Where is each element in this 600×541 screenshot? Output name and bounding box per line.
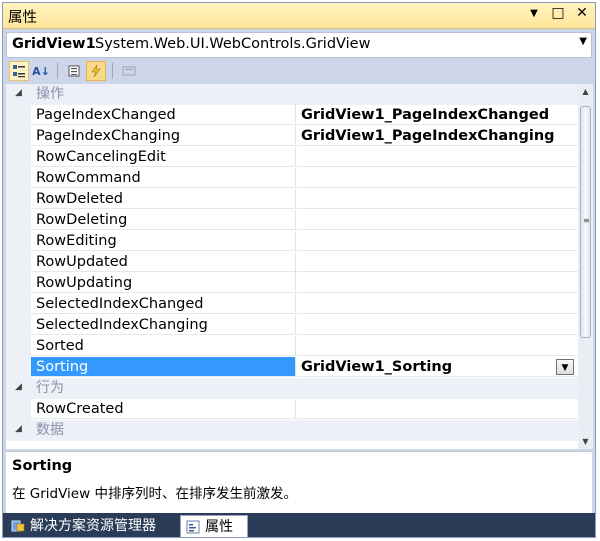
collapse-triangle-icon[interactable]: ◢ [15, 382, 22, 392]
event-handler[interactable] [297, 315, 578, 335]
tab-solution-explorer[interactable]: 解决方案资源管理器 [6, 515, 178, 537]
bottom-tab-strip: 解决方案资源管理器 属性 [3, 513, 595, 537]
event-row[interactable]: RowDeleting [6, 210, 578, 231]
event-name: RowCreated [31, 399, 296, 419]
event-row[interactable]: SelectedIndexChanged [6, 294, 578, 315]
event-handler[interactable] [297, 210, 578, 230]
tab-label: 解决方案资源管理器 [30, 518, 156, 534]
properties-button[interactable] [64, 61, 84, 81]
category-row[interactable]: ◢ 操作 [6, 84, 578, 105]
property-pages-icon [122, 66, 136, 76]
event-name: SelectedIndexChanging [31, 315, 296, 335]
event-name: RowUpdated [31, 252, 296, 272]
object-name: GridView1 [12, 36, 96, 52]
category-row[interactable]: ◢ 行为 [6, 378, 578, 399]
event-handler[interactable] [297, 399, 578, 419]
event-handler[interactable] [297, 252, 578, 272]
category-label: 操作 [36, 86, 64, 102]
tab-label: 属性 [205, 519, 233, 535]
event-row[interactable]: RowCancelingEdit [6, 147, 578, 168]
grip-icon: ≡ [583, 216, 590, 225]
object-selector[interactable]: GridView1 System.Web.UI.WebControls.Grid… [6, 32, 592, 58]
toolbar-separator [57, 63, 58, 79]
event-handler[interactable] [297, 168, 578, 188]
event-row[interactable]: PageIndexChanged GridView1_PageIndexChan… [6, 105, 578, 126]
alphabetical-icon: A↓ [32, 64, 50, 78]
category-label: 数据 [36, 422, 64, 438]
maximize-icon[interactable]: □ [551, 5, 565, 23]
event-name: Sorted [31, 336, 296, 356]
event-handler[interactable] [297, 336, 578, 356]
event-handler[interactable]: GridView1_PageIndexChanged [297, 105, 578, 125]
event-row-selected[interactable]: Sorting GridView1_Sorting ▼ [6, 357, 578, 378]
properties-window: 属性 ▼ □ ✕ GridView1 System.Web.UI.WebCont… [2, 2, 596, 538]
event-name: RowCancelingEdit [31, 147, 296, 167]
event-row[interactable]: RowDeleted [6, 189, 578, 210]
event-row[interactable]: SelectedIndexChanging [6, 315, 578, 336]
event-handler[interactable] [297, 273, 578, 293]
event-handler[interactable] [297, 147, 578, 167]
event-name: RowUpdating [31, 273, 296, 293]
window-title: 属性 [8, 10, 37, 26]
event-row[interactable]: RowUpdated [6, 252, 578, 273]
event-row[interactable]: RowEditing [6, 231, 578, 252]
alphabetical-button[interactable]: A↓ [31, 61, 51, 81]
title-buttons: ▼ □ ✕ [527, 5, 589, 23]
event-row[interactable]: RowUpdating [6, 273, 578, 294]
scroll-thumb[interactable]: ≡ [580, 106, 591, 338]
event-handler-value: GridView1_Sorting [301, 359, 453, 375]
title-bar[interactable]: 属性 ▼ □ ✕ [3, 3, 595, 29]
events-icon [91, 64, 101, 78]
event-name: RowEditing [31, 231, 296, 251]
property-grid: ◢ 操作 PageIndexChanged GridView1_PageInde… [6, 84, 578, 449]
chevron-down-icon[interactable]: ▼ [579, 36, 587, 47]
category-row[interactable]: ◢ 数据 [6, 420, 578, 441]
description-title: Sorting [12, 458, 73, 474]
close-icon[interactable]: ✕ [575, 5, 589, 23]
event-name: RowDeleting [31, 210, 296, 230]
event-handler[interactable] [297, 294, 578, 314]
properties-toolbar: A↓ [6, 59, 592, 83]
description-pane: Sorting 在 GridView 中排序列时、在排序发生前激发。 [6, 451, 592, 515]
toolbar-separator [112, 63, 113, 79]
event-name: RowDeleted [31, 189, 296, 209]
event-row[interactable]: Sorted [6, 336, 578, 357]
event-name: PageIndexChanging [31, 126, 296, 146]
event-row[interactable]: RowCommand [6, 168, 578, 189]
window-position-dropdown-icon[interactable]: ▼ [527, 5, 541, 23]
event-name: SelectedIndexChanged [31, 294, 296, 314]
events-button[interactable] [86, 61, 106, 81]
categorized-icon [13, 65, 25, 78]
event-handler[interactable]: GridView1_PageIndexChanging [297, 126, 578, 146]
categorized-button[interactable] [9, 61, 29, 81]
scroll-down-icon[interactable]: ▼ [578, 434, 593, 449]
scroll-up-icon[interactable]: ▲ [578, 84, 593, 99]
event-handler[interactable] [297, 231, 578, 251]
vertical-scrollbar[interactable]: ▲ ≡ ▼ [578, 84, 593, 449]
event-name: PageIndexChanged [31, 105, 296, 125]
event-name: Sorting [31, 357, 296, 377]
collapse-triangle-icon[interactable]: ◢ [15, 88, 22, 98]
properties-icon [68, 65, 80, 77]
collapse-triangle-icon[interactable]: ◢ [15, 424, 22, 434]
tab-properties[interactable]: 属性 [180, 515, 248, 537]
property-pages-button[interactable] [119, 61, 139, 81]
description-text: 在 GridView 中排序列时、在排序发生前激发。 [12, 486, 297, 502]
solution-explorer-icon [11, 520, 25, 532]
object-type: System.Web.UI.WebControls.GridView [95, 36, 371, 52]
event-handler[interactable] [297, 189, 578, 209]
handler-dropdown-button[interactable]: ▼ [556, 359, 574, 375]
event-row[interactable]: PageIndexChanging GridView1_PageIndexCha… [6, 126, 578, 147]
category-label: 行为 [36, 380, 64, 396]
event-name: RowCommand [31, 168, 296, 188]
event-row[interactable]: RowCreated [6, 399, 578, 420]
properties-window-icon [186, 520, 200, 534]
event-handler-input[interactable]: GridView1_Sorting ▼ [297, 357, 578, 377]
